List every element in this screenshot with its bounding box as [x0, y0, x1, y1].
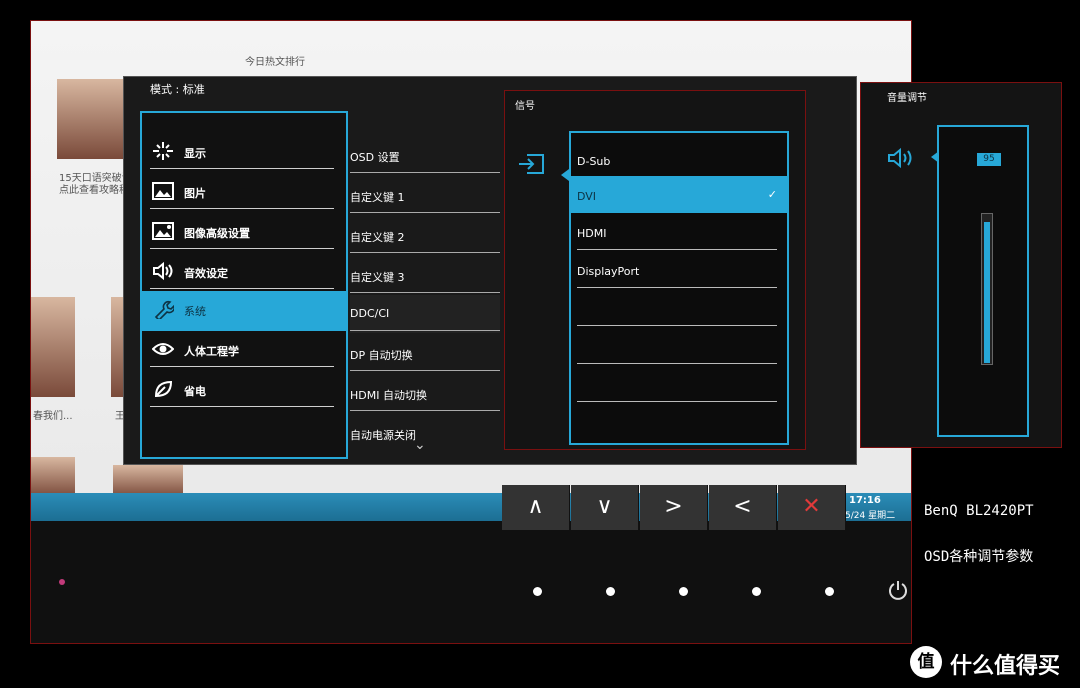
picture-icon [152, 182, 174, 200]
volume-slider-box: 95 [937, 125, 1029, 437]
signal-option-label: DisplayPort [577, 265, 640, 278]
input-source-icon [519, 154, 544, 174]
osd-main-menu: 显示 图片 图像高级设置 音效设定 系统 人体工程学 省电 [140, 111, 348, 459]
submenu-label: 自定义键 3 [350, 271, 405, 284]
signal-option-empty [571, 365, 787, 402]
screen-text: 春我们... [33, 411, 73, 422]
osd-mode-title: 模式 : 标准 [150, 83, 205, 96]
screen-text: 点此查看攻略秘 [59, 185, 129, 196]
signal-panel-title: 信号 [515, 101, 535, 112]
back-button[interactable]: < [709, 485, 777, 530]
up-button[interactable]: ∧ [502, 485, 570, 530]
screen-thumbnail [57, 79, 125, 159]
hardware-button[interactable] [679, 587, 688, 596]
wrench-icon [154, 300, 174, 319]
screen-thumbnail [31, 297, 75, 397]
menu-item-label: 音效设定 [184, 267, 228, 280]
menu-item-ergonomics[interactable]: 人体工程学 [142, 331, 346, 369]
signal-option-label: DVI [577, 190, 597, 203]
submenu-item-custom-key-3[interactable]: 自定义键 3 [350, 257, 500, 295]
volume-slider[interactable] [981, 213, 993, 365]
osd-nav-buttons: ∧ ∨ > < ✕ [502, 485, 847, 530]
submenu-label: 自动电源关闭 [350, 429, 416, 442]
signal-option-dsub[interactable]: D-Sub [571, 141, 787, 178]
signal-option-label: HDMI [577, 227, 607, 240]
submenu-item-custom-key-2[interactable]: 自定义键 2 [350, 217, 500, 255]
menu-item-system[interactable]: 系统 [142, 291, 346, 331]
brand-logo-icon: 值 [910, 646, 942, 678]
menu-item-advanced-picture[interactable]: 图像高级设置 [142, 213, 346, 251]
advanced-picture-icon [152, 222, 174, 240]
submenu-label: HDMI 自动切换 [350, 389, 427, 402]
subtitle-caption: OSD各种调节参数 [924, 549, 1034, 565]
screen-heading: 今日热文排行 [245, 57, 305, 68]
submenu-item-dp-auto-switch[interactable]: DP 自动切换 [350, 335, 500, 373]
speaker-icon [153, 261, 173, 281]
scroll-down-icon[interactable]: ⌄ [414, 437, 426, 453]
submenu-label: 自定义键 1 [350, 191, 405, 204]
signal-source-list: D-Sub DVI ✓ HDMI DisplayPort [569, 131, 789, 445]
screen-thumbnail [31, 457, 75, 497]
signal-option-empty [571, 289, 787, 326]
menu-item-picture[interactable]: 图片 [142, 173, 346, 211]
volume-slider-fill [984, 222, 990, 363]
hardware-button[interactable] [533, 587, 542, 596]
close-button[interactable]: ✕ [778, 485, 846, 530]
enter-button[interactable]: > [640, 485, 708, 530]
pointer-arrow-icon [561, 169, 569, 181]
hardware-button[interactable] [752, 587, 761, 596]
menu-item-eco[interactable]: 省电 [142, 371, 346, 409]
signal-option-hdmi[interactable]: HDMI [571, 213, 787, 250]
checkmark-icon: ✓ [767, 188, 777, 201]
menu-item-label: 显示 [184, 147, 206, 160]
display-icon [153, 142, 173, 160]
menu-item-label: 人体工程学 [184, 345, 239, 358]
submenu-label: DDC/CI [350, 307, 390, 320]
brand-name: 什么值得买 [950, 654, 1061, 679]
submenu-label: 自定义键 2 [350, 231, 405, 244]
submenu-label: OSD 设置 [350, 151, 400, 164]
monitor-bezel [31, 521, 911, 643]
submenu-item-hdmi-auto-switch[interactable]: HDMI 自动切换 [350, 375, 500, 413]
power-led [59, 579, 65, 585]
menu-item-label: 系统 [184, 305, 206, 318]
submenu-item-osd-settings[interactable]: OSD 设置 [350, 137, 500, 175]
hardware-button[interactable] [825, 587, 834, 596]
taskbar-date: 5/24 星期二 [845, 511, 896, 521]
signal-option-dvi[interactable]: DVI ✓ [571, 176, 787, 213]
menu-item-label: 图片 [184, 187, 206, 200]
volume-panel: 音量调节 95 [860, 82, 1062, 448]
model-caption: BenQ BL2420PT [924, 503, 1034, 519]
volume-panel-title: 音量调节 [887, 93, 927, 104]
power-icon[interactable] [887, 579, 909, 601]
signal-option-displayport[interactable]: DisplayPort [571, 251, 787, 288]
submenu-label: DP 自动切换 [350, 349, 413, 362]
signal-option-label: D-Sub [577, 155, 611, 168]
submenu-item-ddc-ci[interactable]: DDC/CI [350, 295, 500, 333]
signal-option-empty [571, 327, 787, 364]
menu-item-label: 省电 [184, 385, 206, 398]
leaf-icon [154, 380, 173, 398]
signal-panel: 信号 D-Sub DVI ✓ HDMI DisplayPort [504, 90, 806, 450]
volume-value: 95 [977, 153, 1001, 166]
menu-item-display[interactable]: 显示 [142, 133, 346, 171]
down-button[interactable]: ∨ [571, 485, 639, 530]
speaker-icon [888, 147, 912, 169]
eye-icon [152, 343, 174, 355]
hardware-button[interactable] [606, 587, 615, 596]
submenu-item-custom-key-1[interactable]: 自定义键 1 [350, 177, 500, 215]
menu-item-audio[interactable]: 音效设定 [142, 253, 346, 291]
taskbar-time: 17:16 [849, 495, 881, 506]
menu-item-label: 图像高级设置 [184, 227, 250, 240]
